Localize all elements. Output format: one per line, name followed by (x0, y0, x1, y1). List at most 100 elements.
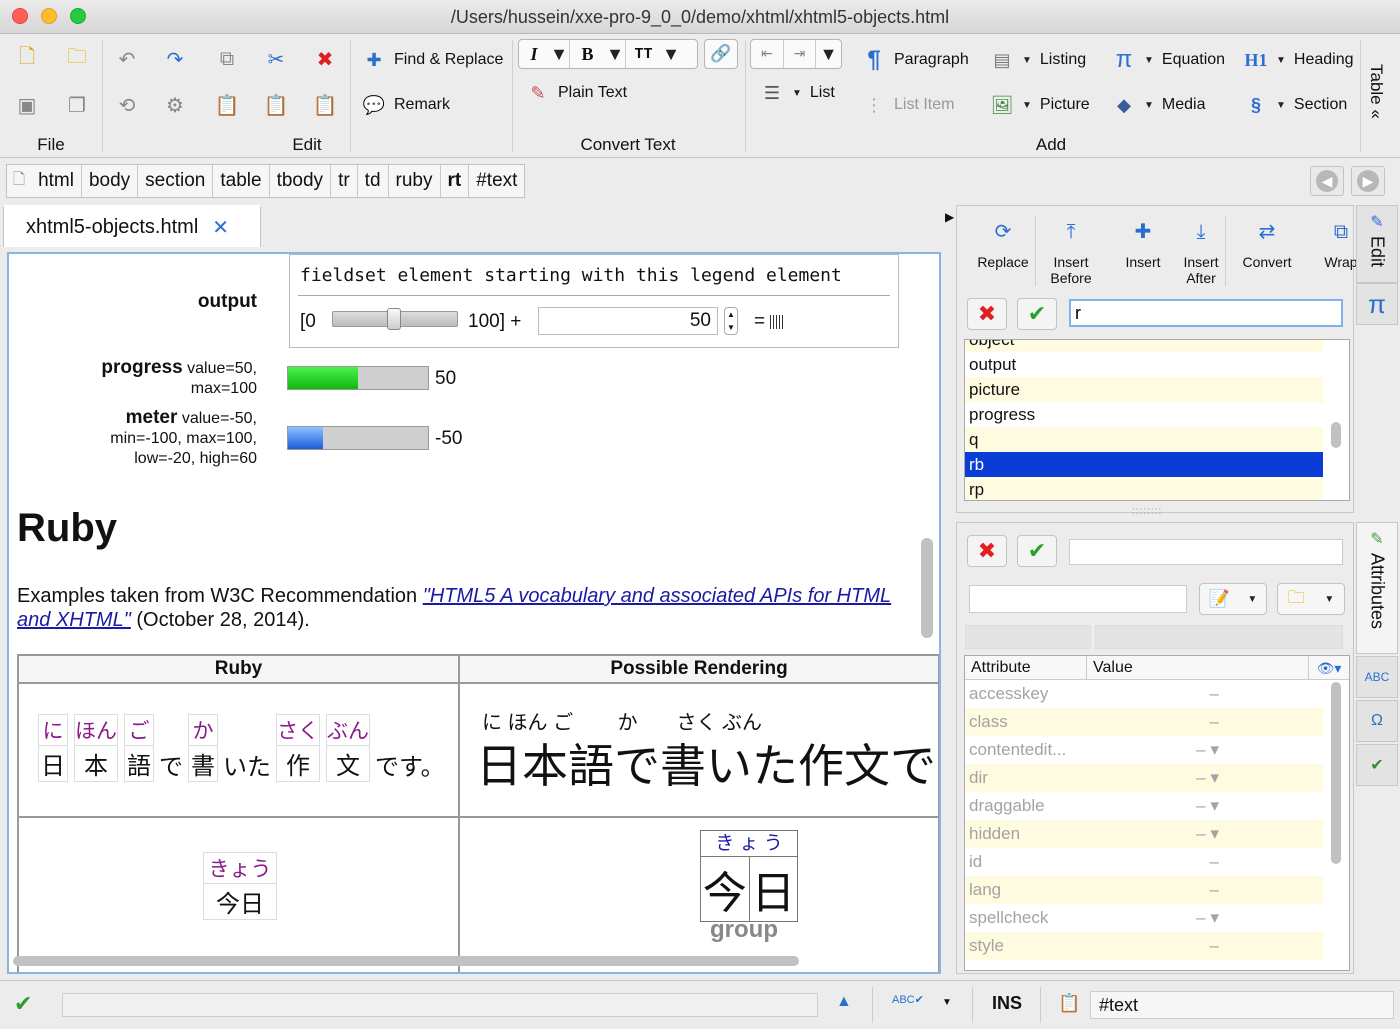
eye-icon[interactable]: 👁▾ (1309, 656, 1349, 679)
attribute-value[interactable]: – (1087, 708, 1323, 736)
link-button[interactable]: 🔗 (704, 39, 738, 69)
range-slider[interactable] (332, 308, 458, 330)
chevron-down-icon[interactable]: ▼ (605, 40, 625, 68)
breadcrumb-item[interactable]: table (213, 165, 270, 197)
redo-icon[interactable]: ↷ (162, 46, 188, 72)
action-insert-button[interactable]: ✚ Insert (1113, 222, 1173, 270)
section-button[interactable]: § ▼ Section (1244, 93, 1347, 117)
save-icon[interactable]: ▣ (14, 92, 40, 118)
attribute-value-input[interactable] (1069, 539, 1343, 565)
table-row[interactable]: spellcheck – ▾ (965, 904, 1323, 932)
list-item[interactable]: picture (965, 377, 1323, 402)
attribute-value[interactable]: – ▾ (1087, 792, 1323, 820)
collapse-panel-icon[interactable]: ▶ (945, 210, 954, 224)
plain-text-button[interactable]: ✎ Plain Text (526, 81, 627, 105)
attribute-value[interactable]: – ▾ (1087, 904, 1323, 932)
open-folder-icon[interactable]: 🗀 (64, 46, 90, 72)
table-row[interactable]: id – (965, 848, 1323, 876)
new-file-icon[interactable]: 🗋 (14, 46, 40, 72)
breadcrumb-item[interactable]: td (358, 165, 389, 197)
insert-mode-indicator[interactable]: INS (992, 993, 1022, 1014)
find-replace-button[interactable]: ✚ Find & Replace (362, 48, 503, 72)
attribute-value[interactable]: – (1087, 680, 1323, 708)
repeat-icon[interactable]: ⟲ (114, 92, 140, 118)
list-item[interactable]: rp (965, 477, 1323, 500)
equation-button[interactable]: π ▼ Equation (1112, 48, 1225, 72)
delete-icon[interactable]: ✖ (312, 46, 338, 72)
paste-icon[interactable]: 📋 (263, 92, 289, 118)
tab-math[interactable]: π (1356, 283, 1398, 325)
undo-icon[interactable]: ↶ (114, 46, 140, 72)
vertical-scrollbar[interactable] (921, 538, 933, 638)
table-row[interactable]: dir – ▾ (965, 764, 1323, 792)
attribute-value[interactable]: – ▾ (1087, 764, 1323, 792)
remark-button[interactable]: 💬 Remark (362, 93, 450, 117)
attribute-filter[interactable] (1095, 625, 1343, 649)
cut-icon[interactable]: ✂ (263, 46, 289, 72)
number-input[interactable]: 50 (538, 307, 718, 335)
tab-edit[interactable]: ✎ Edit (1356, 205, 1398, 283)
attribute-value[interactable]: – (1087, 848, 1323, 876)
list-button[interactable]: ☰ ▼ List (760, 81, 835, 105)
cancel-button[interactable]: ✖ (967, 535, 1007, 567)
attribute-value[interactable]: – ▾ (1087, 820, 1323, 848)
element-list[interactable]: object output picture progress q rb rp (964, 339, 1350, 501)
tab-spellcheck[interactable]: ABC (1356, 656, 1398, 698)
edit-value-button[interactable]: 📝 ▼ (1199, 583, 1267, 615)
table-row[interactable]: class – (965, 708, 1323, 736)
number-stepper[interactable]: ▲ ▼ (724, 307, 738, 335)
list-item[interactable]: progress (965, 402, 1323, 427)
close-tab-icon[interactable]: ✕ (212, 215, 229, 240)
teletype-button[interactable]: TT (625, 40, 661, 68)
valid-check-icon[interactable]: ✔ (14, 991, 32, 1017)
action-replace-button[interactable]: ⟳ Replace (973, 222, 1033, 270)
list-item[interactable]: output (965, 352, 1323, 377)
value-column-header[interactable]: Value (1087, 656, 1309, 679)
picture-button[interactable]: 🖼 ▼ Picture (990, 93, 1090, 117)
back-button[interactable]: ◀ (1310, 166, 1344, 196)
ok-button[interactable]: ✔ (1017, 298, 1057, 330)
table-row[interactable]: draggable – ▾ (965, 792, 1323, 820)
slider-thumb[interactable] (387, 308, 401, 330)
breadcrumb-item[interactable]: html (31, 165, 82, 197)
chevron-down-icon[interactable]: ▼ (549, 40, 569, 68)
table-ribbon-tab[interactable]: Table « (1366, 64, 1386, 156)
paste-before-icon[interactable]: 📋 (214, 92, 240, 118)
list-item[interactable]: rb (965, 452, 1323, 477)
attribute-column-header[interactable]: Attribute (965, 656, 1087, 679)
breadcrumb-item[interactable]: tr (331, 165, 358, 197)
list-item[interactable]: object (965, 340, 1323, 352)
attribute-scrollbar[interactable] (1331, 682, 1341, 864)
breadcrumb-item[interactable]: tbody (270, 165, 332, 197)
breadcrumb-item[interactable]: ruby (389, 165, 441, 197)
table-row[interactable]: accesskey – (965, 680, 1323, 708)
chevron-down-icon[interactable]: ▼ (942, 997, 952, 1008)
table-row[interactable]: lang – (965, 876, 1323, 904)
element-search-input[interactable] (1069, 299, 1343, 327)
forward-button[interactable]: ▶ (1351, 166, 1385, 196)
paste-after-icon[interactable]: 📋 (312, 92, 338, 118)
heading-button[interactable]: H1 ▼ Heading (1244, 48, 1353, 72)
breadcrumb-item[interactable]: #text (469, 165, 524, 197)
table-row[interactable]: contentedit... – ▾ (965, 736, 1323, 764)
horizontal-scrollbar[interactable] (13, 956, 799, 966)
spellcheck-icon[interactable]: ABC✔ (892, 993, 924, 1006)
browse-button[interactable]: 🗀 ▼ (1277, 583, 1345, 615)
bold-button[interactable]: B (569, 40, 605, 68)
ok-button[interactable]: ✔ (1017, 535, 1057, 567)
copy-icon[interactable]: ⧉ (214, 46, 240, 72)
breadcrumb-item[interactable]: section (138, 165, 214, 197)
cancel-button[interactable]: ✖ (967, 298, 1007, 330)
italic-button[interactable]: I (519, 40, 549, 68)
attribute-name-input[interactable] (969, 585, 1187, 613)
up-arrow-icon[interactable]: ▲ (836, 993, 852, 1011)
indent-icon[interactable]: ⇥ (783, 40, 815, 68)
paragraph-button[interactable]: ¶ Paragraph (862, 48, 968, 72)
attribute-value[interactable]: – ▾ (1087, 736, 1323, 764)
tab-validity[interactable]: ✔ (1356, 744, 1398, 786)
table-row[interactable]: style – (965, 932, 1323, 960)
listing-button[interactable]: ▤ ▼ Listing (990, 48, 1086, 72)
save-all-icon[interactable]: ❐ (64, 92, 90, 118)
breadcrumb-item[interactable]: rt (441, 165, 470, 197)
list-scrollbar[interactable] (1331, 422, 1341, 448)
